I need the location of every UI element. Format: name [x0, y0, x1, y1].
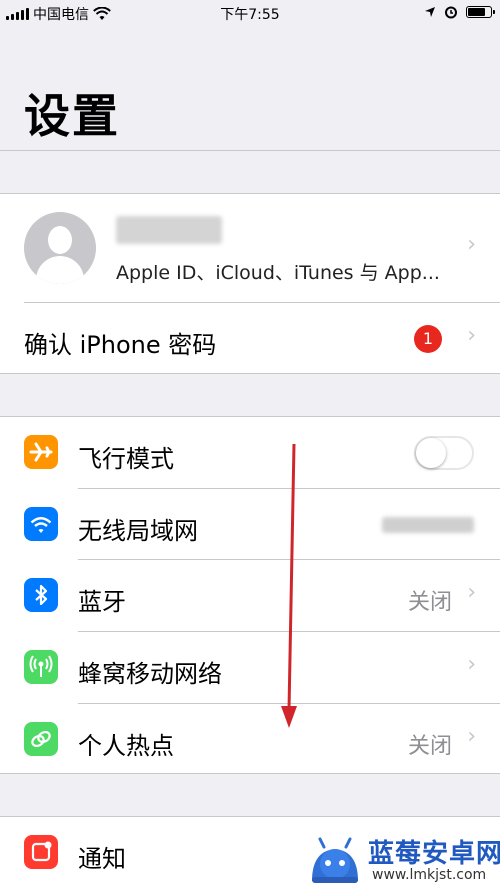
bluetooth-label: 蓝牙	[78, 588, 126, 616]
watermark-name: 蓝莓安卓网	[368, 839, 500, 869]
confirm-password-label: 确认 iPhone 密码	[24, 331, 217, 359]
profile-subtitle: Apple ID、iCloud、iTunes 与 App...	[116, 262, 440, 284]
account-group: Apple ID、iCloud、iTunes 与 App... › 确认 iPh…	[0, 193, 500, 374]
chevron-right-icon: ›	[467, 724, 476, 749]
chevron-right-icon: ›	[467, 323, 476, 348]
airplane-icon	[24, 435, 58, 469]
alarm-icon	[445, 6, 457, 19]
airplane-mode-toggle[interactable]	[414, 436, 474, 470]
notifications-icon	[24, 835, 58, 869]
wifi-label: 无线局域网	[78, 517, 198, 545]
connectivity-group: 飞行模式 无线局域网 蓝牙 关闭 › 蜂窝移动网络 › 个人热点 关闭 ›	[0, 416, 500, 774]
cellular-row[interactable]: 蜂窝移动网络 ›	[0, 632, 500, 703]
toggle-knob	[416, 438, 446, 468]
hotspot-row[interactable]: 个人热点 关闭 ›	[0, 704, 500, 775]
wifi-icon	[24, 507, 58, 541]
location-arrow-icon	[425, 7, 435, 17]
watermark-url: www.lmkjst.com	[372, 867, 487, 883]
notification-badge: 1	[414, 325, 442, 353]
hotspot-label: 个人热点	[78, 732, 174, 760]
header-divider	[0, 150, 500, 151]
status-bar: 中国电信 下午7:55	[0, 0, 500, 26]
profile-name-blurred	[116, 216, 222, 244]
avatar	[24, 212, 96, 284]
chevron-right-icon: ›	[467, 232, 476, 257]
bluetooth-icon	[24, 578, 58, 612]
battery-icon	[466, 6, 495, 18]
airplane-mode-row[interactable]: 飞行模式	[0, 417, 500, 488]
wifi-row[interactable]: 无线局域网	[0, 489, 500, 560]
apple-id-profile-row[interactable]: Apple ID、iCloud、iTunes 与 App... ›	[0, 194, 500, 302]
page-title: 设置	[24, 89, 120, 143]
hotspot-status: 关闭	[407, 734, 452, 759]
confirm-password-row[interactable]: 确认 iPhone 密码 1 ›	[0, 303, 500, 374]
cellular-label: 蜂窝移动网络	[78, 660, 222, 688]
notifications-label: 通知	[78, 845, 126, 873]
site-watermark: 蓝莓安卓网 www.lmkjst.com	[306, 829, 500, 889]
airplane-mode-label: 飞行模式	[78, 445, 174, 473]
hotspot-icon	[24, 722, 58, 756]
wifi-network-name-blurred	[382, 517, 474, 533]
cellular-icon	[24, 650, 58, 684]
chevron-right-icon: ›	[467, 652, 476, 677]
bluetooth-row[interactable]: 蓝牙 关闭 ›	[0, 560, 500, 631]
avatar-head	[48, 226, 72, 254]
bluetooth-status: 关闭	[407, 590, 452, 615]
avatar-body	[36, 256, 84, 284]
android-mascot-logo	[312, 837, 358, 883]
chevron-right-icon: ›	[467, 580, 476, 605]
status-right	[424, 5, 495, 19]
